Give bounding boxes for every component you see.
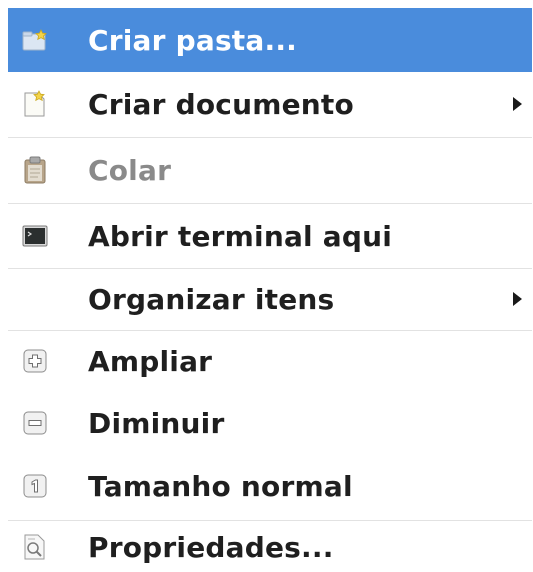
menu-item-label: Tamanho normal [88,469,353,503]
menu-item-properties[interactable]: Propriedades... [8,522,532,572]
menu-item-arrange-items[interactable]: Organizar itens [8,270,532,328]
zoom-normal-icon [22,473,48,499]
menu-item-label: Abrir terminal aqui [88,219,393,253]
menu-item-label: Ampliar [88,344,213,378]
menu-item-label: Organizar itens [88,282,335,316]
menu-separator [8,137,532,138]
context-menu: Criar pasta... Criar documento Colar Abr… [0,0,533,572]
menu-item-paste[interactable]: Colar [8,140,532,200]
zoom-in-icon [22,348,48,374]
paste-icon [22,156,48,184]
menu-item-label: Criar pasta... [88,23,297,57]
menu-item-label: Criar documento [88,87,354,121]
terminal-icon [22,223,48,249]
menu-item-normal-size[interactable]: Tamanho normal [8,456,532,516]
menu-separator [8,203,532,204]
submenu-arrow-icon [513,97,522,111]
menu-separator [8,268,532,269]
menu-item-label: Diminuir [88,406,225,440]
zoom-out-icon [22,410,48,436]
menu-item-label: Propriedades... [88,530,334,564]
menu-item-open-terminal[interactable]: Abrir terminal aqui [8,206,532,266]
menu-item-label: Colar [88,153,172,187]
menu-item-zoom-in[interactable]: Ampliar [8,332,532,390]
menu-item-zoom-out[interactable]: Diminuir [8,393,532,453]
properties-icon [22,534,48,560]
new-document-icon [22,90,48,117]
menu-item-create-document[interactable]: Criar documento [8,74,532,134]
menu-separator [8,330,532,331]
menu-item-create-folder[interactable]: Criar pasta... [8,8,532,72]
new-folder-icon [22,27,48,53]
submenu-arrow-icon [513,292,522,306]
menu-separator [8,520,532,521]
